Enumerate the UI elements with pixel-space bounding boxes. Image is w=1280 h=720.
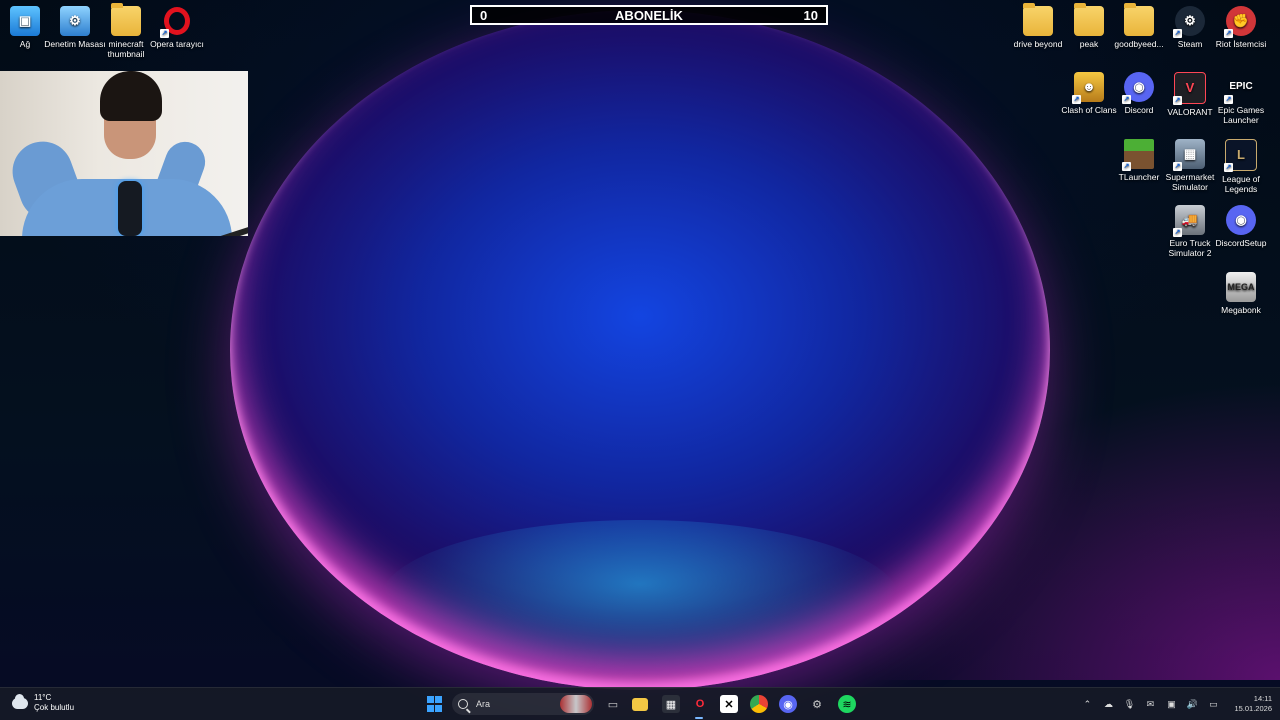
wallpaper-glow [380,520,900,680]
microsoft-store-icon[interactable]: ▦ [662,695,680,713]
desktop-icon-label: Epic Games Launcher [1217,105,1265,125]
spotify-icon[interactable]: ≋ [838,695,856,713]
battery-icon[interactable]: ▭ [1207,698,1219,710]
subscriber-goal: 10 [803,7,818,23]
clock-date: 15.01.2026 [1234,704,1272,713]
onedrive-icon[interactable]: ☁ [1102,698,1114,710]
search-placeholder: Ara [476,699,491,709]
desktop-icon-discordsetup[interactable]: ◉ DiscordSetup [1209,205,1273,248]
desktop-icon-riot[interactable]: ✊ ↗ Riot İstemcisi [1209,6,1273,49]
file-explorer-icon[interactable] [632,698,648,711]
clock-time: 14:11 [1253,694,1272,703]
folder-icon [111,3,141,36]
supermarket-simulator-icon: ▦ ↗ [1173,139,1205,171]
desktop-icon-label: Opera tarayıcı [150,39,204,49]
desktop-icon-label: Megabonk [1221,305,1261,315]
system-tray: ⌃ ☁ 🎙 ✉ ▣ 🔊 ▭ 14:11 15.01.2026 [1081,688,1272,720]
desktop-icon-megabonk[interactable]: MEGA Megabonk [1209,272,1273,315]
chrome-icon[interactable] [750,695,768,713]
notification-icon[interactable]: ✉ [1144,698,1156,710]
volume-icon[interactable]: 🔊 [1186,698,1198,710]
euro-truck-simulator-icon: 🚚 ↗ [1173,205,1205,237]
riot-icon: ✊ ↗ [1224,6,1256,38]
active-app-indicator [695,717,703,719]
desktop-icon-label: League of Legends [1222,174,1260,194]
opera-icon: ↗ [160,6,192,38]
desktop-icon-league-of-legends[interactable]: L ↗ League of Legends [1209,139,1273,194]
network-tray-icon[interactable]: ▣ [1165,698,1177,710]
subscriber-label: ABONELİK [615,7,683,23]
steam-taskbar-icon[interactable]: ⚙ [808,695,826,713]
discord-taskbar-icon[interactable]: ◉ [779,695,797,713]
megabonk-icon: MEGA [1226,272,1256,302]
weather-temp: 11°C [34,693,52,702]
weather-widget[interactable]: 11°C Çok bulutlu [12,693,74,713]
valorant-icon: V ↗ [1173,72,1206,105]
discord-setup-icon: ◉ [1226,205,1256,235]
weather-desc: Çok bulutlu [34,703,75,712]
folder-icon [1074,3,1104,36]
subscriber-goal-bar: 0 ABONELİK 10 [470,5,828,25]
opera-taskbar-icon[interactable]: O [691,695,709,713]
start-button[interactable] [425,695,443,713]
folder-icon [1023,3,1053,36]
capcut-icon[interactable]: ✕ [720,695,738,713]
chevron-up-icon[interactable]: ⌃ [1081,698,1093,710]
clock[interactable]: 14:11 15.01.2026 [1234,694,1272,714]
discord-icon: ◉ ↗ [1122,72,1154,104]
control-panel-icon: ⚙ [60,6,90,36]
search-highlight-icon [560,695,592,713]
desktop-icon-opera[interactable]: ↗ Opera tarayıcı [145,6,209,49]
subscriber-current: 0 [480,7,488,23]
folder-icon [1124,3,1154,36]
steam-icon: ⚙ ↗ [1173,6,1205,38]
webcam-overlay [0,71,248,236]
clash-of-clans-icon: ☻ ↗ [1072,72,1104,104]
desktop-icon-epic-games[interactable]: EPIC ↗ Epic Games Launcher [1209,72,1273,126]
microphone-icon[interactable]: 🎙 [1123,698,1135,710]
network-icon: ▣ [10,6,40,36]
league-of-legends-icon: L ↗ [1224,139,1257,172]
cloud-icon [12,693,28,709]
epic-games-icon: EPIC ↗ [1224,81,1253,104]
desktop-icon-label: DiscordSetup [1215,238,1267,248]
taskbar-search[interactable]: Ara [452,693,594,715]
task-view-icon[interactable]: ▭ [604,695,622,713]
desktop-icon-label: Riot İstemcisi [1215,39,1267,49]
taskbar: 11°C Çok bulutlu Ara ▭ ▦ O ✕ ◉ ⚙ ≋ ⌃ ☁ 🎙… [0,687,1280,720]
microphone [118,181,142,236]
wallpaper-corner-glow [860,380,1280,680]
search-icon [458,699,468,709]
tlauncher-icon: ↗ [1122,139,1154,171]
